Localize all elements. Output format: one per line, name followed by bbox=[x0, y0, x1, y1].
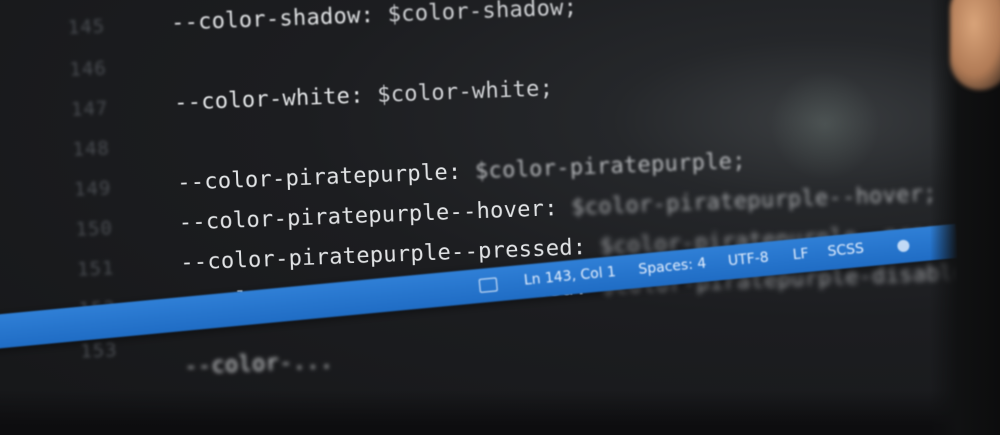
line-number: 153 bbox=[79, 339, 119, 363]
css-value: $color-white; bbox=[376, 76, 554, 108]
code-line[interactable]: --color-shadow: $color-shadow; bbox=[171, 0, 578, 36]
eol-setting[interactable]: LF bbox=[792, 246, 809, 263]
monitor-bezel-bottom bbox=[0, 390, 1000, 435]
code-line[interactable]: --color-white: $color-white; bbox=[174, 76, 554, 116]
css-value: $color-piratepurple--hover; bbox=[570, 181, 938, 221]
encoding-setting[interactable]: UTF-8 bbox=[727, 250, 769, 270]
css-property: --color-shadow: bbox=[170, 3, 375, 36]
css-property: --color-... bbox=[183, 348, 334, 380]
line-number: 151 bbox=[76, 257, 115, 281]
css-property: --color-piratepurple--hover: bbox=[178, 196, 559, 236]
line-number: 146 bbox=[69, 57, 108, 81]
code-line[interactable]: --color-piratepurple: $color-piratepurpl… bbox=[177, 149, 746, 196]
css-property: --color-piratepurple: bbox=[176, 159, 462, 196]
terminal-icon[interactable] bbox=[478, 277, 498, 293]
line-number: 150 bbox=[75, 217, 114, 241]
photo-scene: 145 146 147 148 149 150 151 152 153 --co… bbox=[0, 0, 1000, 435]
line-number: 145 bbox=[67, 15, 106, 39]
bell-icon[interactable] bbox=[896, 239, 910, 253]
line-number: 147 bbox=[70, 97, 109, 121]
css-value: $color-shadow; bbox=[387, 0, 578, 28]
indentation-setting[interactable]: Spaces: 4 bbox=[638, 256, 707, 278]
language-mode[interactable]: SCSS bbox=[827, 241, 865, 260]
code-editor: 145 146 147 148 149 150 151 152 153 --co… bbox=[0, 0, 1000, 435]
code-line[interactable]: --color-... bbox=[184, 349, 334, 380]
cursor-position[interactable]: Ln 143, Col 1 bbox=[523, 264, 616, 289]
line-number: 148 bbox=[72, 137, 111, 161]
css-property: --color-white: bbox=[173, 83, 365, 116]
hand-blur bbox=[950, 0, 1000, 90]
css-value: $color-piratepurple; bbox=[474, 148, 747, 185]
line-number: 149 bbox=[73, 177, 112, 201]
